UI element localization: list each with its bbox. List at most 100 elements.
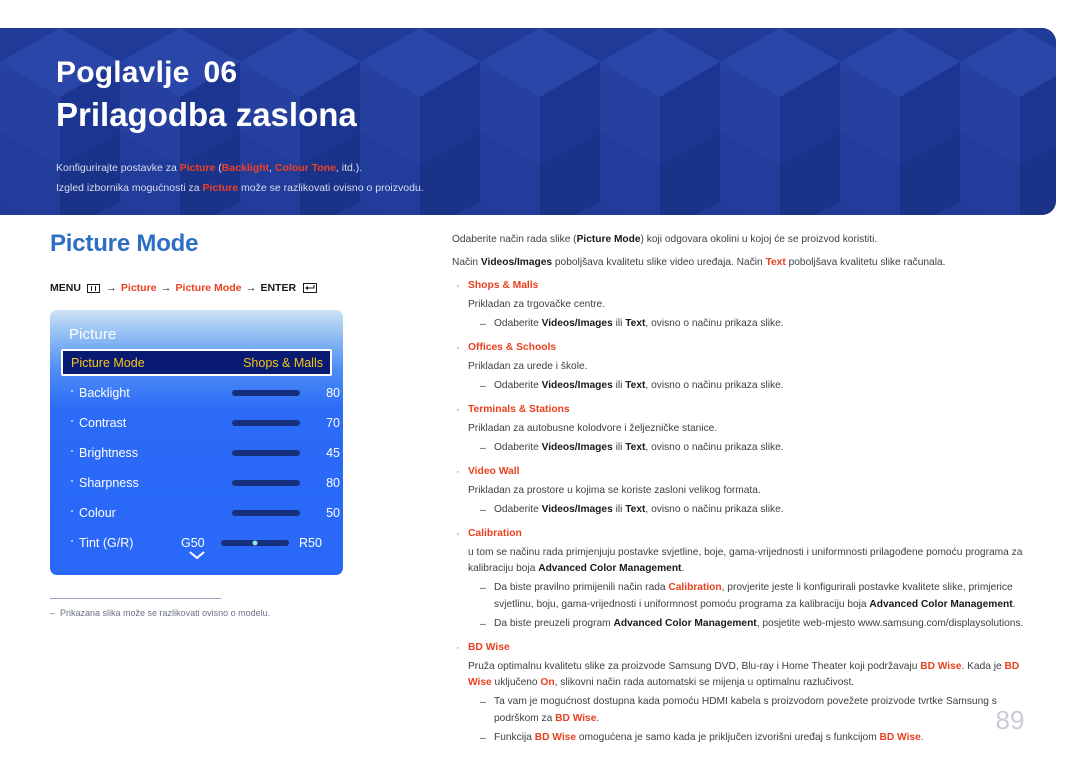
note2-text-a: Izgled izbornika mogućnosti za <box>56 181 203 194</box>
note1-backlight: Backlight <box>221 162 270 175</box>
bdw-desc-b: BD Wise <box>920 660 962 672</box>
calib-sub2-a: Da biste preuzeli program <box>494 617 614 629</box>
mode-item-title: Terminals & Stations <box>468 404 570 415</box>
mode-item-desc: Prikladan za trgovačke centre. <box>468 298 606 310</box>
osd-menu-mockup: Picture Picture Mode Shops & Malls Backl… <box>50 310 343 575</box>
mode-item-bd-wise: · BD Wise Pruža optimalnu kvalitetu slik… <box>452 640 1042 747</box>
note1-picture: Picture <box>179 162 216 175</box>
osd-row-label: Brightness <box>79 446 139 460</box>
mode-item-desc: Prikladan za urede i škole. <box>468 360 588 372</box>
bdw-sub2-d: BD Wise <box>879 731 921 743</box>
chevron-down-icon[interactable] <box>50 548 343 563</box>
calib-sub1-calibration: Calibration <box>668 582 722 594</box>
breadcrumb-enter-label: ENTER <box>260 282 297 294</box>
sub-e: , ovisno o načinu prikaza slike. <box>645 503 784 515</box>
sub-a: Odaberite <box>494 441 542 453</box>
calib-sub2-acm: Advanced Color Management <box>613 617 757 629</box>
osd-row-picture-mode[interactable]: Picture Mode Shops & Malls <box>61 349 332 376</box>
intro1-picture-mode: Picture Mode <box>576 234 641 245</box>
banner-note-1: Konfigurirajte postavke za Picture (Back… <box>56 159 1056 178</box>
dash-icon: – <box>480 503 486 516</box>
bdwise-subnote-1: – Ta vam je mogućnost dostupna kada pomo… <box>468 694 1042 727</box>
mode-item-title: Video Wall <box>468 465 520 477</box>
mode-item-title: Shops & Malls <box>468 280 539 292</box>
intro2-e: poboljšava kvalitetu slike računala. <box>785 256 946 268</box>
note1-text-a: Konfigurirajte postavke za <box>56 162 180 175</box>
osd-bullet-icon <box>71 419 73 422</box>
footnote-dash: – <box>50 608 56 618</box>
osd-row-label: Colour <box>79 506 116 520</box>
osd-row-colour[interactable]: Colour 50 <box>61 498 340 528</box>
footnote-line: – Prikazana slika može se razlikovati ov… <box>50 608 272 618</box>
bdw-desc-c: . Kada je <box>961 660 1005 672</box>
note1-colour-tone: Colour Tone <box>274 162 336 175</box>
dash-icon: – <box>480 441 486 454</box>
osd-slider-contrast[interactable] <box>232 420 300 426</box>
right-column: Odaberite način rada slike (Picture Mode… <box>452 232 1042 747</box>
left-column: Picture Mode MENU → Picture → Picture Mo… <box>50 230 410 618</box>
intro2-c: poboljšava kvalitetu slike video uređaja… <box>552 256 766 268</box>
intro2-a: Način <box>452 256 481 268</box>
osd-row-value: Shops & Malls <box>243 355 323 370</box>
osd-row-contrast[interactable]: Contrast 70 <box>61 408 340 438</box>
bdw-desc-a: Pruža optimalnu kvalitetu slike za proiz… <box>468 660 921 672</box>
sub-videos-images: Videos/Images <box>541 503 613 515</box>
mode-item-subnote: – Odaberite Videos/Images ili Text, ovis… <box>468 316 1042 333</box>
osd-row-sharpness[interactable]: Sharpness 80 <box>61 468 340 498</box>
osd-row-brightness[interactable]: Brightness 45 <box>61 438 340 468</box>
breadcrumb-arrow-1: → <box>105 282 117 294</box>
document-page: Poglavlje 06 Prilagodba zaslona Konfiguri… <box>0 0 1080 763</box>
sub-text: Text <box>625 380 646 391</box>
osd-bullet-icon <box>71 479 73 482</box>
bullet-icon: · <box>456 404 460 416</box>
sub-text: Text <box>625 318 646 330</box>
osd-slider-backlight[interactable] <box>232 390 300 396</box>
footnote-divider <box>50 598 221 599</box>
menu-bars-icon <box>86 283 100 293</box>
osd-bullet-icon <box>71 509 73 512</box>
osd-slider-tint[interactable] <box>221 540 289 546</box>
osd-slider-sharpness[interactable] <box>232 480 300 486</box>
breadcrumb-step-picture-mode: Picture Mode <box>175 282 242 294</box>
intro1-c: ) koji odgovara okolini u kojoj će se pr… <box>640 234 878 245</box>
chapter-title: Prilagodba zaslona <box>56 95 357 133</box>
mode-item-title: Calibration <box>468 527 522 539</box>
mode-item-calibration: · Calibration u tom se načinu rada primj… <box>452 526 1042 633</box>
bullet-icon: · <box>456 280 460 293</box>
calib-sub1-e: . <box>1012 598 1016 610</box>
chapter-banner: Poglavlje 06 Prilagodba zaslona Konfiguri… <box>0 28 1056 215</box>
chapter-heading: Poglavlje 06 <box>56 54 1056 92</box>
bullet-icon: · <box>456 641 460 654</box>
osd-row-backlight[interactable]: Backlight 80 <box>61 378 340 408</box>
dash-icon: – <box>480 731 486 744</box>
mode-item-subnote: – Odaberite Videos/Images ili Text, ovis… <box>468 440 1042 457</box>
osd-slider-brightness[interactable] <box>232 450 300 456</box>
osd-bullet-icon <box>71 389 73 392</box>
bdw-desc-on: On <box>540 676 555 688</box>
osd-row-label: Contrast <box>79 416 127 430</box>
sub-c: ili <box>612 318 626 330</box>
breadcrumb-arrow-2: → <box>160 282 172 294</box>
bullet-icon: · <box>456 342 460 355</box>
osd-value-contrast: 70 <box>326 416 340 430</box>
osd-slider-colour[interactable] <box>232 510 300 516</box>
note1-text-d: , itd.). <box>335 162 363 175</box>
calibration-subnote-1: – Da biste pravilno primijenili način ra… <box>468 580 1042 613</box>
intro2-videos-images: Videos/Images <box>480 256 553 268</box>
breadcrumb-step-picture: Picture <box>120 282 157 294</box>
osd-bullet-icon <box>71 449 73 452</box>
dash-icon: – <box>480 318 486 331</box>
page-number: 89 <box>995 705 1025 735</box>
bdw-desc-e: uključeno <box>491 676 541 688</box>
footnote: – Prikazana slika može se razlikovati ov… <box>50 598 272 618</box>
mode-item-desc: Prikladan za prostore u kojima se korist… <box>468 484 761 496</box>
sub-c: ili <box>612 380 626 391</box>
bullet-icon: · <box>456 465 460 478</box>
mode-item-shops-malls: · Shops & Malls Prikladan za trgovačke c… <box>452 278 1042 333</box>
sub-videos-images: Videos/Images <box>541 441 613 453</box>
footnote-body: Prikazana slika može se razlikovati ovis… <box>60 608 271 618</box>
section-title: Picture Mode <box>50 230 199 257</box>
osd-menu-title: Picture <box>69 326 117 343</box>
osd-bullet-icon <box>71 539 73 542</box>
intro2-text: Text <box>765 256 786 268</box>
